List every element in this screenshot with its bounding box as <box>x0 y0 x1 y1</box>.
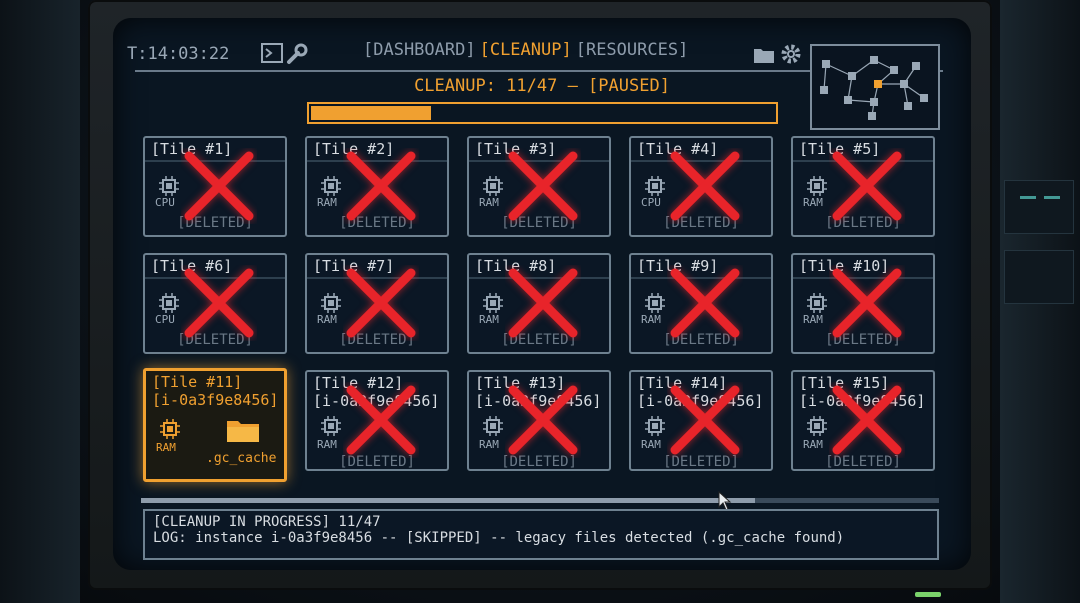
tab-bar: [DASHBOARD] [CLEANUP] [RESOURCES] <box>363 40 692 60</box>
log-status-line: [CLEANUP IN PROGRESS] 11/47 <box>153 514 381 530</box>
power-led <box>915 592 941 597</box>
horizontal-scrollbar[interactable] <box>141 498 939 503</box>
tile-resource-type: RAM <box>479 438 499 451</box>
delete-mark-icon <box>505 148 581 224</box>
tile-resource-type: RAM <box>317 438 337 451</box>
clock: T:14:03:22 <box>127 44 230 64</box>
cleanup-status-title: CLEANUP: 11/47 — [PAUSED] <box>414 76 670 96</box>
delete-mark-icon <box>829 265 905 341</box>
chip-icon <box>483 416 503 436</box>
chip-icon <box>321 293 341 313</box>
chip-icon <box>645 293 665 313</box>
server-rack-left <box>0 0 80 603</box>
rack-led <box>1020 196 1036 199</box>
tile-resource-type: RAM <box>641 438 661 451</box>
delete-mark-icon <box>181 148 257 224</box>
resource-tile[interactable]: [Tile #12] [i-0a3f9e8456] RAM [DELETED] <box>305 370 449 471</box>
resource-tile[interactable]: [Tile #4] CPU [DELETED] <box>629 136 773 237</box>
chip-icon <box>807 176 827 196</box>
delete-mark-icon <box>505 265 581 341</box>
scrollbar-thumb[interactable] <box>141 498 756 503</box>
delete-mark-icon <box>343 265 419 341</box>
progress-fill <box>311 106 432 120</box>
tile-resource-type: CPU <box>155 313 175 326</box>
chip-icon <box>159 176 179 196</box>
resource-tile[interactable]: [Tile #2] RAM [DELETED] <box>305 136 449 237</box>
resource-tile[interactable]: [Tile #3] RAM [DELETED] <box>467 136 611 237</box>
folder-icon[interactable] <box>753 44 775 68</box>
delete-mark-icon <box>181 265 257 341</box>
chip-icon <box>321 176 341 196</box>
terminal-icon[interactable] <box>261 42 283 68</box>
chip-icon <box>483 176 503 196</box>
tile-resource-type: RAM <box>317 313 337 326</box>
delete-mark-icon <box>667 265 743 341</box>
rack-shelf <box>1004 250 1074 304</box>
chip-icon <box>160 419 180 439</box>
resource-tile[interactable]: [Tile #1] CPU [DELETED] <box>143 136 287 237</box>
rack-shelf <box>1004 180 1074 234</box>
delete-mark-icon <box>829 148 905 224</box>
tile-resource-type: RAM <box>803 438 823 451</box>
chip-icon <box>159 293 179 313</box>
chip-icon <box>807 293 827 313</box>
tile-title: [Tile #11] <box>152 373 243 391</box>
tile-resource-type: RAM <box>156 441 176 454</box>
chip-icon <box>645 416 665 436</box>
delete-mark-icon <box>505 382 581 458</box>
delete-mark-icon <box>829 382 905 458</box>
resource-tile[interactable]: [Tile #15] [i-0a3f9e8456] RAM [DELETED] <box>791 370 935 471</box>
delete-mark-icon <box>343 382 419 458</box>
tile-instance-id: [i-0a3f9e8456] <box>152 391 279 409</box>
resource-tile[interactable]: [Tile #11] [i-0a3f9e8456] RAM .gc_cache <box>143 368 287 482</box>
tile-resource-type: CPU <box>641 196 661 209</box>
log-message-line: LOG: instance i-0a3f9e8456 -- [SKIPPED] … <box>153 530 845 546</box>
gear-icon[interactable] <box>779 42 803 70</box>
folder-label: .gc_cache <box>206 451 277 466</box>
tile-resource-type: RAM <box>641 313 661 326</box>
tile-resource-type: RAM <box>803 196 823 209</box>
resource-tile[interactable]: [Tile #9] RAM [DELETED] <box>629 253 773 354</box>
rack-led <box>1044 196 1060 199</box>
cleanup-progress-bar <box>307 102 778 124</box>
tab-dashboard[interactable]: [DASHBOARD] <box>363 40 476 60</box>
resource-tile[interactable]: [Tile #13] [i-0a3f9e8456] RAM [DELETED] <box>467 370 611 471</box>
wrench-icon[interactable] <box>285 42 309 70</box>
tile-resource-type: CPU <box>155 196 175 209</box>
chip-icon <box>483 293 503 313</box>
server-rack-right <box>1000 0 1080 603</box>
delete-mark-icon <box>667 148 743 224</box>
tab-cleanup[interactable]: [CLEANUP] <box>480 40 572 60</box>
delete-mark-icon <box>667 382 743 458</box>
tile-resource-type: RAM <box>803 313 823 326</box>
resource-tile[interactable]: [Tile #6] CPU [DELETED] <box>143 253 287 354</box>
tab-resources[interactable]: [RESOURCES] <box>576 40 689 60</box>
resource-tile[interactable]: [Tile #8] RAM [DELETED] <box>467 253 611 354</box>
delete-mark-icon <box>343 148 419 224</box>
resource-tile[interactable]: [Tile #7] RAM [DELETED] <box>305 253 449 354</box>
tile-resource-type: RAM <box>317 196 337 209</box>
chip-icon <box>807 416 827 436</box>
log-panel: [CLEANUP IN PROGRESS] 11/47 LOG: instanc… <box>143 509 939 560</box>
tile-resource-type: RAM <box>479 313 499 326</box>
resource-tile[interactable]: [Tile #10] RAM [DELETED] <box>791 253 935 354</box>
chip-icon <box>645 176 665 196</box>
tile-resource-type: RAM <box>479 196 499 209</box>
chip-icon <box>321 416 341 436</box>
resource-tile[interactable]: [Tile #5] RAM [DELETED] <box>791 136 935 237</box>
monitor-screen: T:14:03:22 [DASHBOARD] [CLEANUP] [RESOURCE… <box>113 18 971 570</box>
folder-icon[interactable] <box>226 417 260 443</box>
resource-tile[interactable]: [Tile #14] [i-0a3f9e8456] RAM [DELETED] <box>629 370 773 471</box>
